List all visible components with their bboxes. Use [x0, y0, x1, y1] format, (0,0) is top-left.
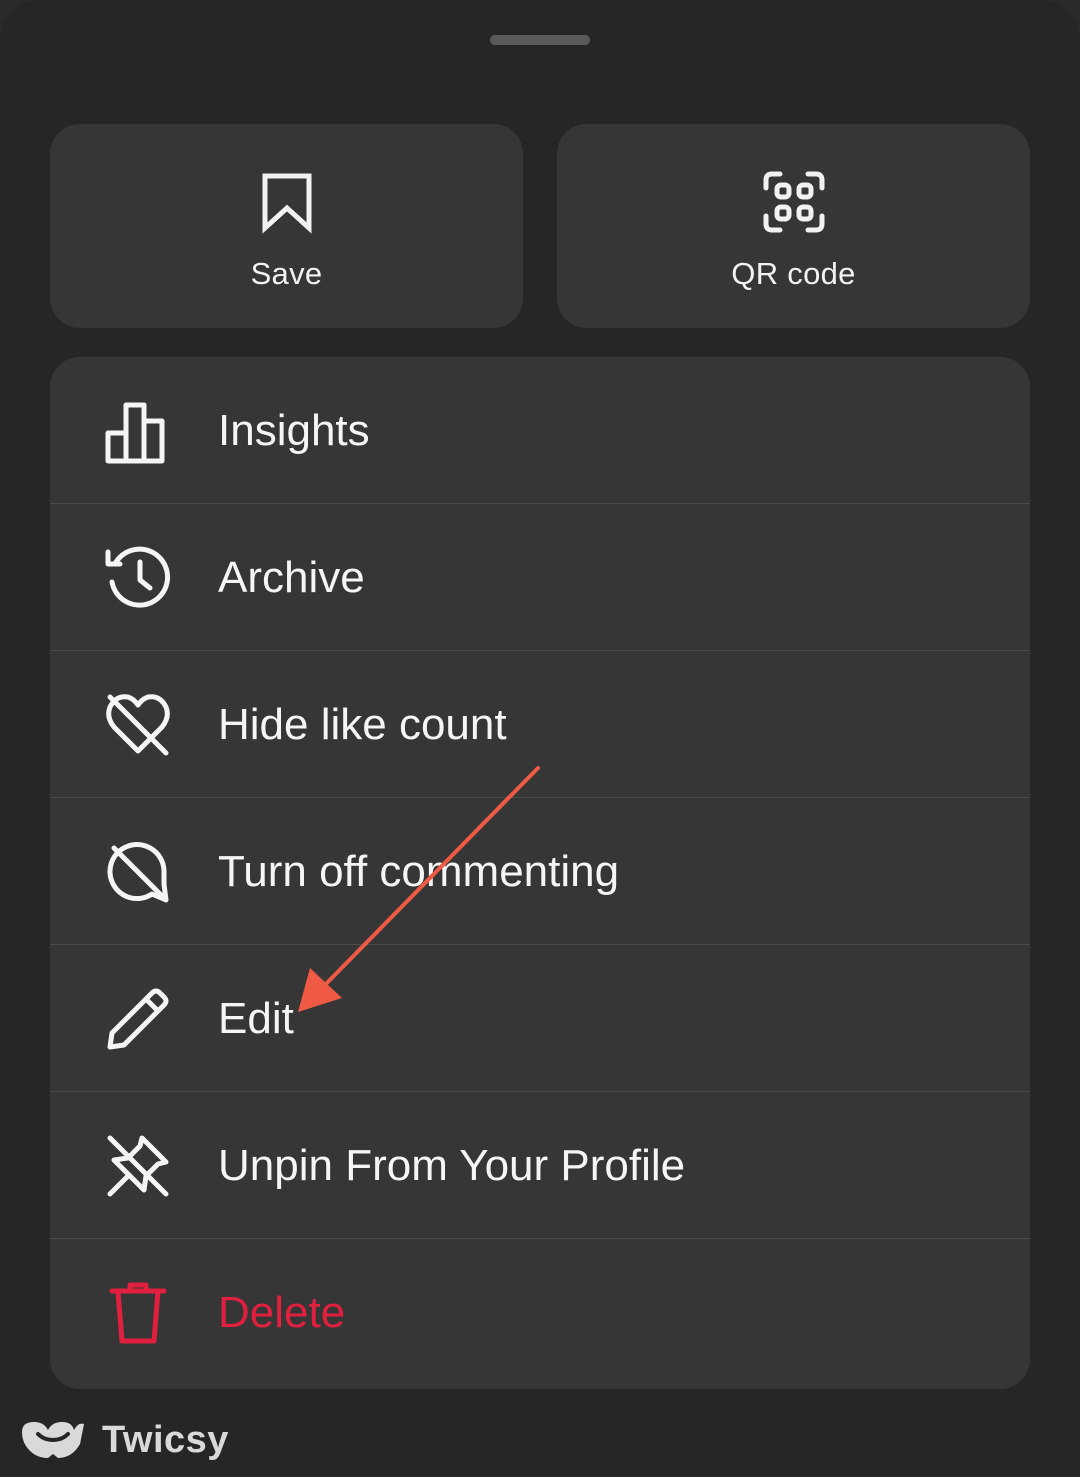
menu-item-label: Archive — [218, 552, 365, 602]
menu-item-turn-off-commenting[interactable]: Turn off commenting — [50, 798, 1030, 945]
pin-slash-icon — [107, 1135, 169, 1197]
menu-item-label: Delete — [218, 1287, 346, 1337]
twicsy-logo-icon — [22, 1422, 84, 1458]
menu-item-label: Edit — [218, 993, 294, 1043]
watermark-text: Twicsy — [102, 1418, 229, 1461]
menu-item-label: Insights — [218, 405, 370, 455]
menu-item-delete[interactable]: Delete — [50, 1239, 1030, 1386]
trash-icon — [109, 1282, 167, 1344]
menu-item-unpin-from-profile[interactable]: Unpin From Your Profile — [50, 1092, 1030, 1239]
pencil-icon — [107, 988, 169, 1050]
qr-code-icon — [763, 171, 824, 233]
menu-item-label: Unpin From Your Profile — [218, 1140, 686, 1190]
menu-item-insights[interactable]: Insights — [50, 357, 1030, 504]
qr-code-label: QR code — [731, 256, 856, 291]
history-clock-icon — [105, 546, 171, 608]
heart-slash-icon — [106, 694, 170, 756]
sheet-grabber-handle[interactable] — [490, 35, 590, 45]
menu-item-edit[interactable]: Edit — [50, 945, 1030, 1092]
post-options-menu: Insights Archive Hide like count Turn of… — [50, 357, 1030, 1389]
save-label: Save — [250, 256, 323, 291]
qr-code-button[interactable]: QR code — [557, 124, 1030, 328]
bookmark-icon — [262, 173, 311, 234]
save-button[interactable]: Save — [50, 124, 523, 328]
menu-item-hide-like-count[interactable]: Hide like count — [50, 651, 1030, 798]
watermark: Twicsy — [18, 1412, 229, 1468]
menu-item-label: Hide like count — [218, 699, 507, 749]
action-sheet: Save QR code Insights Archive Hide like … — [0, 0, 1080, 1477]
comment-slash-icon — [107, 842, 169, 903]
menu-item-label: Turn off commenting — [218, 846, 620, 896]
bar-chart-icon — [105, 402, 165, 464]
menu-item-archive[interactable]: Archive — [50, 504, 1030, 651]
